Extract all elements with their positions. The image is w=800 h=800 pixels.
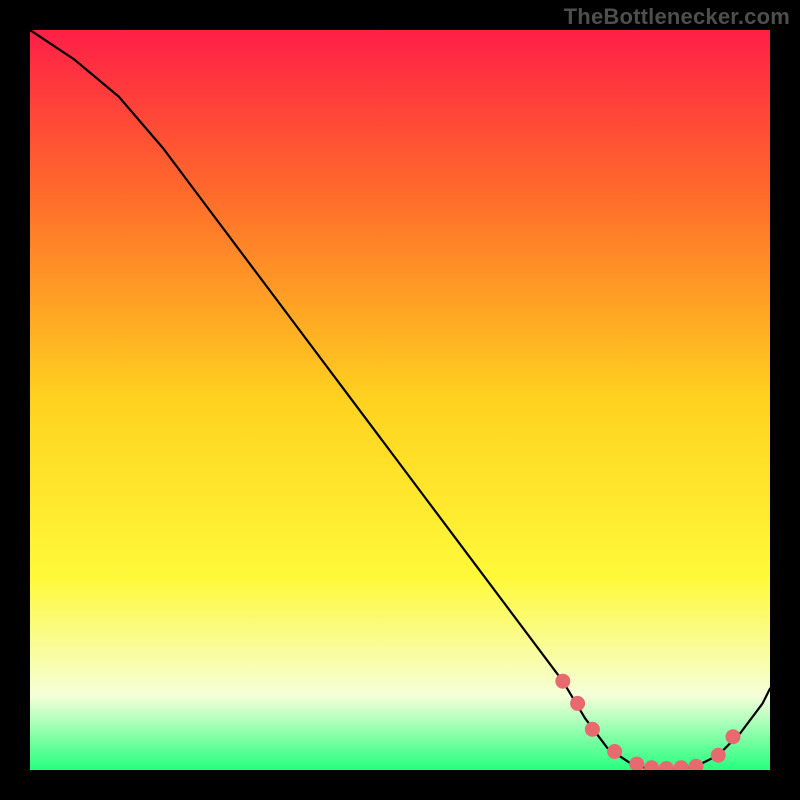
marker-point [711,748,725,762]
marker-point [585,722,599,736]
plot-area [30,30,770,770]
marker-point [630,757,644,770]
marker-point [645,761,659,770]
marker-point [726,730,740,744]
marker-point [674,761,688,770]
chart-svg [30,30,770,770]
marker-point [556,674,570,688]
chart-frame: TheBottlenecker.com [0,0,800,800]
marker-point [608,745,622,759]
marker-point [689,759,703,770]
gradient-background [30,30,770,770]
marker-point [571,696,585,710]
watermark-text: TheBottlenecker.com [564,4,790,30]
